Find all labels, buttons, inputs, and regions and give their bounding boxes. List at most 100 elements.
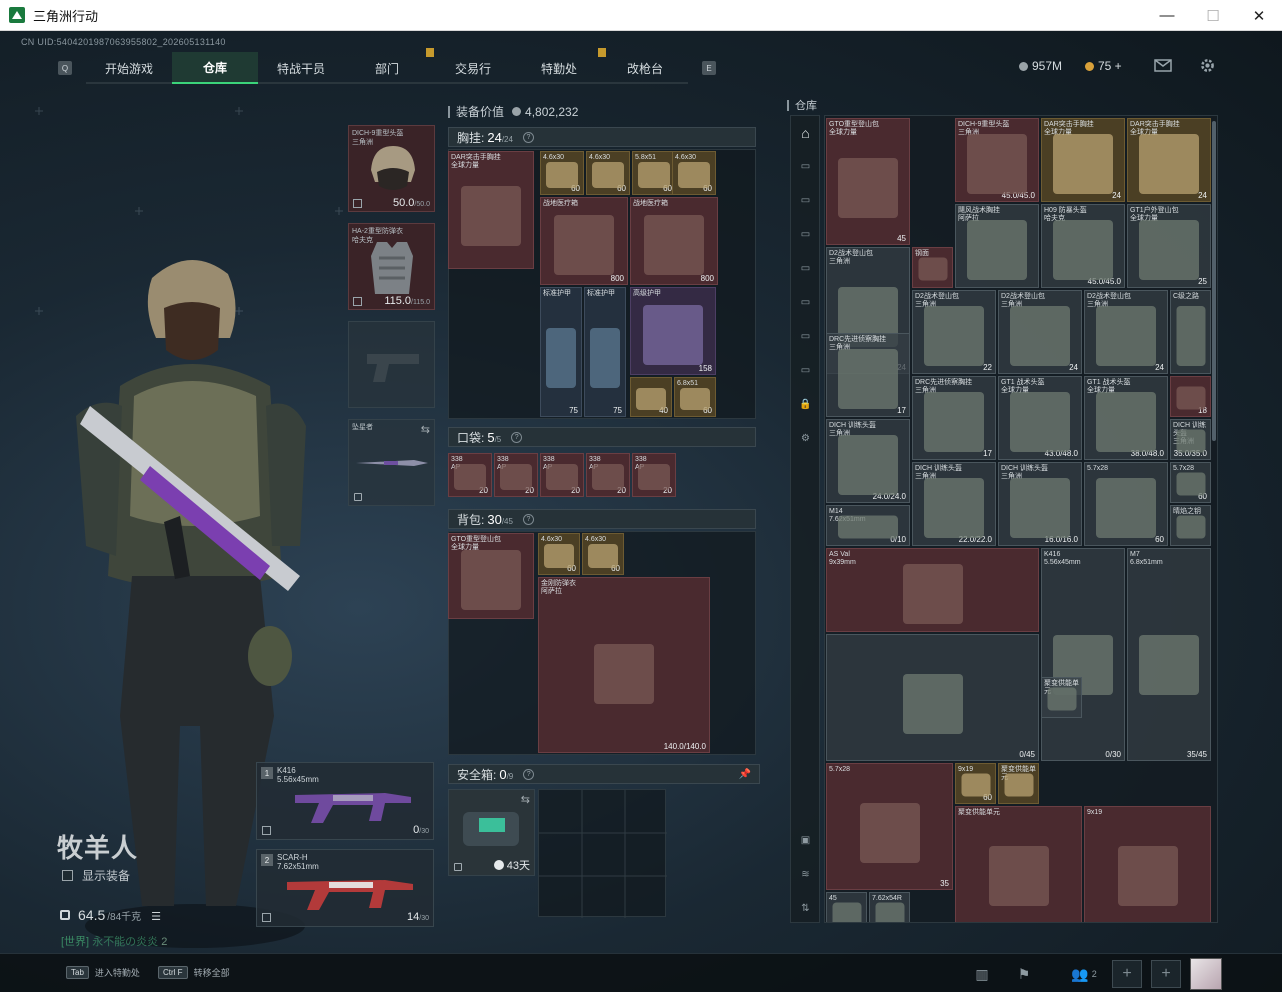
category-icon-4[interactable]: ▭ (797, 260, 814, 277)
pocket-item[interactable]: 338 AP20 (540, 453, 584, 497)
flag-icon[interactable]: ⚑ (1012, 962, 1036, 986)
tab-1[interactable]: 仓库 (172, 52, 258, 84)
armor-slot[interactable]: HA-2重型防弹衣 哈夫克 115.0/115.0 (348, 223, 435, 310)
invite-slot-1-button[interactable]: + (1112, 960, 1142, 988)
chest-item[interactable]: 标准护甲 75 (540, 287, 582, 417)
category-icon-2[interactable]: ▭ (797, 192, 814, 209)
backpack-item[interactable]: 4.6x30 60 (538, 533, 580, 575)
category-icon-3[interactable]: ▭ (797, 226, 814, 243)
layers-icon[interactable]: ≋ (797, 866, 814, 883)
warehouse-item[interactable]: 飓风战术胸挂 阿萨拉 (955, 204, 1039, 288)
help-icon[interactable]: ? (522, 513, 534, 525)
warehouse-item[interactable]: DICH 训练头盔 三角洲 16.0/16.0 (998, 462, 1082, 546)
chest-item[interactable]: 6.8x51 60 (674, 377, 716, 417)
warehouse-item[interactable]: GT1 战术头盔 全球力量 38.0/48.0 (1084, 376, 1168, 460)
tab-2[interactable]: 特战干员 (258, 52, 344, 84)
swap-icon[interactable]: ⇆ (521, 793, 530, 806)
warehouse-item[interactable]: 0/45 (826, 634, 1039, 761)
help-icon[interactable]: ? (523, 768, 535, 780)
category-icon-1[interactable]: ▭ (797, 158, 814, 175)
warehouse-item[interactable]: DICH 训练头盔 三角洲 24.0/24.0 (826, 419, 910, 503)
warehouse-item[interactable]: 聚变供能单元 (998, 763, 1039, 804)
currency-tickets[interactable]: 75 + (1085, 57, 1122, 75)
warehouse-item[interactable]: 钢面 (912, 247, 953, 288)
swap-icon[interactable]: ⇆ (421, 423, 430, 436)
storage-icon[interactable]: ▣ (797, 832, 814, 849)
warehouse-item[interactable]: DICH 训练头盔 三角洲35.0/35.0 (1170, 419, 1211, 460)
warehouse-item[interactable]: DAR突击手胸挂 全球力量 24 (1127, 118, 1211, 202)
world-chat-message[interactable]: [世界] 永不能の炎炎 2 (61, 933, 167, 949)
stats-icon[interactable]: ▥ (970, 962, 994, 986)
chest-item[interactable]: 战地医疗箱 800 (540, 197, 628, 285)
secondary-weapon-slot[interactable]: 2 SCAR-H 7.62x51mm 14/30 (256, 849, 434, 927)
category-icon-6[interactable]: ▭ (797, 328, 814, 345)
warehouse-item[interactable]: DRC先进侦察胸挂 三角洲 17 (912, 376, 996, 460)
melee-slot[interactable]: 坠星者 ⇆ (348, 419, 435, 506)
minimize-button[interactable]: — (1144, 0, 1190, 31)
warehouse-item[interactable]: DICH-9重型头盔 三角洲 45.0/45.0 (955, 118, 1039, 202)
warehouse-item[interactable]: 9x19 34 (1084, 806, 1211, 922)
warehouse-item[interactable]: 5.7x28 60 (1084, 462, 1168, 546)
warehouse-item[interactable]: 18 (1170, 376, 1211, 417)
avatar[interactable] (1190, 958, 1222, 990)
warehouse-item[interactable]: 聚变供能单元 (955, 806, 1082, 922)
show-equipment-toggle[interactable]: 显示装备 (62, 867, 130, 884)
warehouse-item[interactable]: M14 7.62x51mm0/10 (826, 505, 910, 546)
sort-icon[interactable]: ⇅ (797, 900, 814, 917)
warehouse-item[interactable]: 5.7x28 60 (1170, 462, 1211, 503)
safe-box-grid[interactable] (538, 789, 667, 918)
list-icon[interactable]: ☰ (151, 910, 161, 923)
warehouse-item[interactable]: K416 5.56x45mm 0/30 (1041, 548, 1125, 761)
tab-5[interactable]: 特勤处 (516, 48, 606, 84)
tab-3[interactable]: 部门 (344, 48, 434, 84)
warehouse-scrollbar[interactable] (1212, 121, 1216, 441)
backpack-item[interactable]: 金刚防弹衣 阿萨拉 140.0/140.0 (538, 577, 710, 753)
close-button[interactable]: ✕ (1236, 0, 1282, 31)
chest-item[interactable]: 4.6x30 60 (586, 151, 630, 195)
warehouse-item[interactable]: 45 51 (826, 892, 867, 922)
pocket-item[interactable]: 338 AP20 (448, 453, 492, 497)
chest-item[interactable]: DAR突击手胸挂 全球力量 (448, 151, 534, 269)
warehouse-item[interactable]: DAR突击手胸挂 全球力量 24 (1041, 118, 1125, 202)
warehouse-item[interactable]: 5.7x28 35 (826, 763, 953, 890)
pocket-item[interactable]: 338 AP20 (494, 453, 538, 497)
pin-icon[interactable]: 📌 (739, 769, 751, 780)
warehouse-item[interactable]: 晴焰之钥 (1170, 505, 1211, 546)
lock-icon[interactable]: 🔒 (797, 396, 814, 413)
tab-6[interactable]: 改枪台 (602, 52, 688, 84)
warehouse-item[interactable]: 聚变供能单元 (1041, 677, 1082, 718)
tab-0[interactable]: 开始游戏 (86, 52, 172, 84)
pocket-item[interactable]: 338 AP20 (632, 453, 676, 497)
gear-icon[interactable] (1197, 55, 1217, 75)
primary-weapon-slot[interactable]: 1 K416 5.56x45mm 0/30 (256, 762, 434, 840)
help-icon[interactable]: ? (522, 131, 534, 143)
warehouse-item[interactable]: GT1 战术头盔 全球力量 43.0/48.0 (998, 376, 1082, 460)
mail-icon[interactable] (1153, 55, 1173, 75)
chest-item[interactable]: 40 (630, 377, 672, 417)
warehouse-item[interactable]: DRC先进侦察胸挂 三角洲 17 (826, 333, 910, 417)
warehouse-grid[interactable]: GTO重型登山包 全球力量 45 DICH-9重型头盔 三角洲 45.0/45.0 DA… (824, 115, 1218, 923)
warehouse-item[interactable]: 9x19 60 (955, 763, 996, 804)
tab-4[interactable]: 交易行 (430, 52, 516, 84)
chest-item[interactable]: 高级护甲 158 (630, 287, 716, 375)
warehouse-item[interactable]: D2战术登山包 三角洲24 (998, 290, 1082, 374)
nav-next-key[interactable]: E (702, 61, 716, 75)
gear-icon[interactable]: ⚙ (797, 430, 814, 447)
warehouse-home-icon[interactable]: ⌂ (797, 124, 814, 141)
category-icon-7[interactable]: ▭ (797, 362, 814, 379)
warehouse-item[interactable]: M7 6.8x51mm 35/45 (1127, 548, 1211, 761)
warehouse-item[interactable]: D2战术登山包 三角洲24 (1084, 290, 1168, 374)
warehouse-item[interactable]: D2战术登山包 三角洲 22 (912, 290, 996, 374)
chest-item[interactable]: 4.6x30 60 (540, 151, 584, 195)
warehouse-item[interactable]: AS Val 9x39mm (826, 548, 1039, 632)
warehouse-item[interactable]: 7.62x54R 60 (869, 892, 910, 922)
warehouse-item[interactable]: C级之路 (1170, 290, 1211, 374)
pistol-slot[interactable] (348, 321, 435, 408)
currency-haf-coin[interactable]: 957M (1019, 57, 1062, 75)
warehouse-item[interactable]: GT1户外登山包 全球力量 25 (1127, 204, 1211, 288)
maximize-button[interactable]: ☐ (1190, 0, 1236, 31)
invite-slot-2-button[interactable]: + (1151, 960, 1181, 988)
chest-item[interactable]: 4.6x30 60 (672, 151, 716, 195)
show-equipment-checkbox[interactable] (62, 870, 73, 881)
backpack-item[interactable]: GTO重型登山包 全球力量 (448, 533, 534, 619)
